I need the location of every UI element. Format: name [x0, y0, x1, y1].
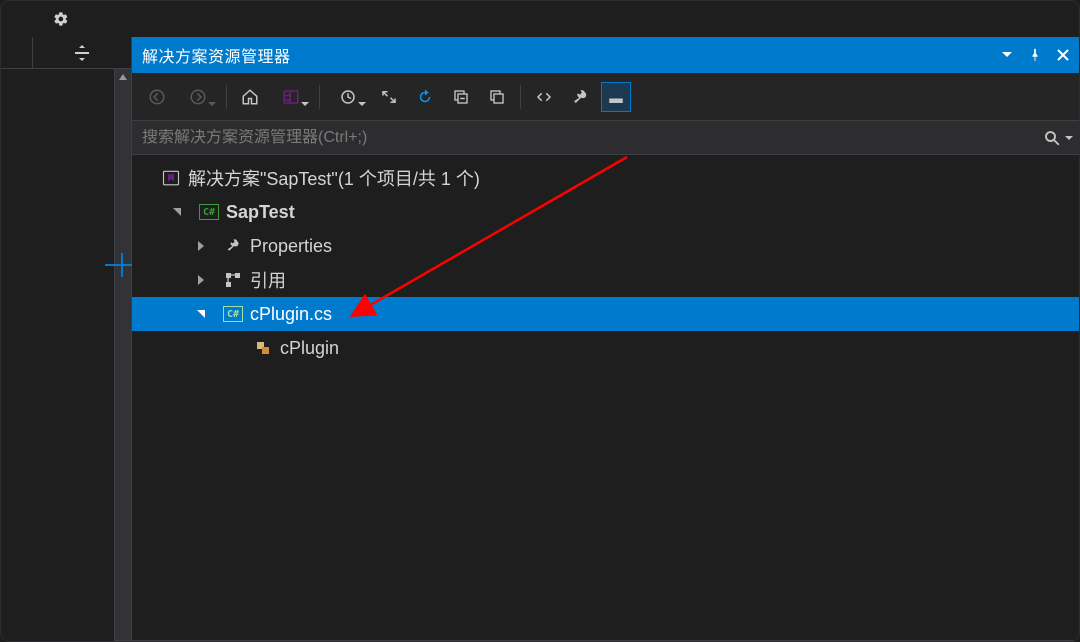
view-code-button[interactable] [529, 82, 559, 112]
class-icon [252, 340, 274, 356]
solution-node[interactable]: 解决方案"SapTest"(1 个项目/共 1 个) [132, 161, 1079, 195]
settings-gear-icon[interactable] [45, 11, 77, 27]
search-bar [132, 121, 1079, 155]
project-label: SapTest [226, 202, 295, 223]
show-all-files-button[interactable] [482, 82, 512, 112]
properties-node[interactable]: Properties [132, 229, 1079, 263]
panel-bottom-border [132, 640, 1079, 641]
class-label: cPlugin [280, 338, 339, 359]
properties-label: Properties [250, 236, 332, 257]
collapse-all-button[interactable] [446, 82, 476, 112]
left-gutter-panel [1, 69, 115, 641]
properties-button[interactable] [565, 82, 595, 112]
expand-arrow-icon[interactable] [192, 241, 210, 251]
expand-arrow-icon[interactable] [168, 207, 186, 217]
nav-forward-button[interactable] [178, 82, 218, 112]
vs-solution-icon [160, 169, 182, 187]
toolbar-separator [319, 85, 320, 109]
solution-label: 解决方案"SapTest"(1 个项目/共 1 个) [188, 165, 480, 191]
window-position-caret-icon[interactable] [997, 45, 1017, 65]
left-gutter-cell [1, 37, 33, 69]
toolbar-separator [520, 85, 521, 109]
search-button[interactable] [1043, 129, 1073, 147]
panel-title-bar: 解决方案资源管理器 [132, 37, 1079, 73]
csharp-file-icon: C# [222, 306, 244, 322]
toolbar-separator [226, 85, 227, 109]
project-node[interactable]: C# SapTest [132, 195, 1079, 229]
pending-changes-filter-button[interactable] [328, 82, 368, 112]
home-button[interactable] [235, 82, 265, 112]
top-window-strip [1, 1, 1079, 37]
class-node-cplugin[interactable]: cPlugin [132, 331, 1079, 365]
switch-views-button[interactable] [271, 82, 311, 112]
close-icon[interactable] [1053, 45, 1073, 65]
file-label: cPlugin.cs [250, 304, 332, 325]
scroll-up-arrow-icon[interactable] [115, 69, 131, 85]
sync-active-document-button[interactable] [374, 82, 404, 112]
solution-tree: 解决方案"SapTest"(1 个项目/共 1 个) C# SapTest Pr… [132, 155, 1079, 641]
wrench-icon [222, 238, 244, 254]
csharp-project-icon: C# [198, 204, 220, 220]
vertical-scrollbar[interactable] [115, 69, 131, 641]
references-icon [222, 272, 244, 288]
solution-explorer-toolbar [132, 73, 1079, 121]
refresh-button[interactable] [410, 82, 440, 112]
toolbox-handle-icon[interactable] [33, 37, 131, 69]
references-node[interactable]: 引用 [132, 263, 1079, 297]
file-node-cplugin[interactable]: C# cPlugin.cs [132, 297, 1079, 331]
overflow-menu-caret[interactable] [1, 14, 45, 24]
expand-arrow-icon[interactable] [192, 275, 210, 285]
preview-selected-items-button[interactable] [601, 82, 631, 112]
search-input[interactable] [142, 129, 1043, 147]
expand-arrow-icon[interactable] [192, 309, 210, 319]
nav-back-button[interactable] [142, 82, 172, 112]
document-position-marker [115, 259, 131, 271]
pin-icon[interactable] [1025, 45, 1045, 65]
panel-title: 解决方案资源管理器 [142, 43, 291, 67]
references-label: 引用 [250, 267, 286, 293]
